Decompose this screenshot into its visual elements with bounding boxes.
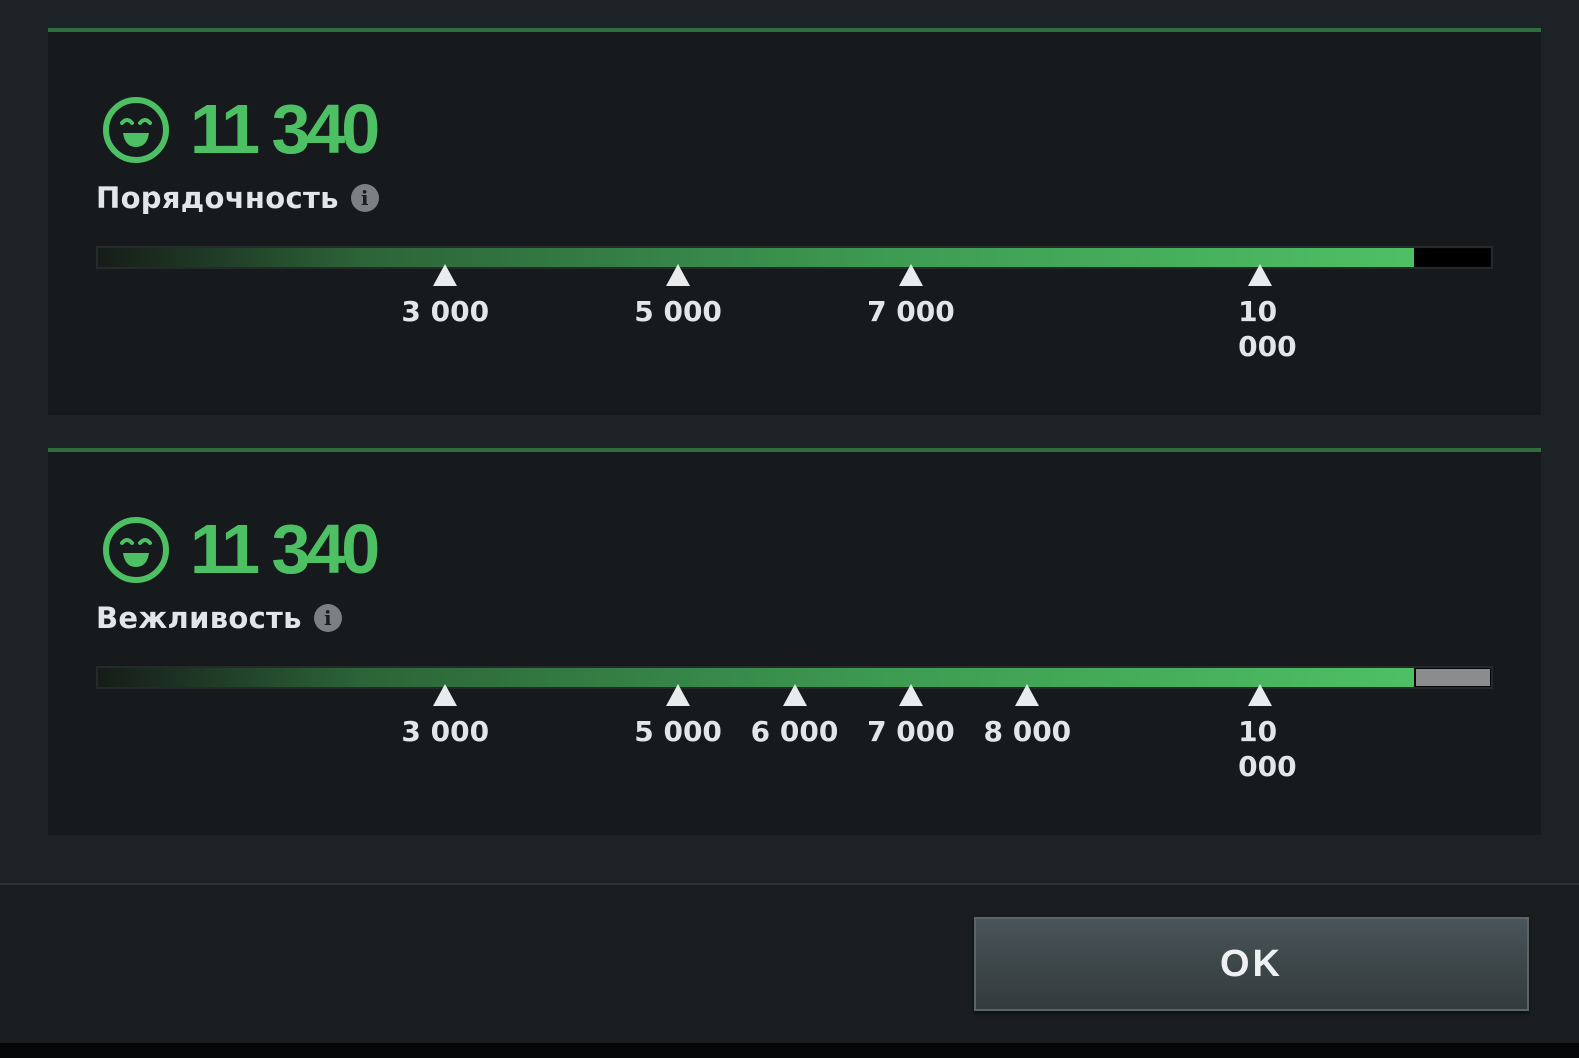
milestone-triangle-icon (782, 684, 807, 706)
score-value: 11 340 (190, 510, 380, 588)
meter-label: Вежливость (96, 601, 302, 635)
info-icon[interactable]: i (313, 604, 342, 632)
milestone-marker: 7 000 (841, 264, 981, 329)
milestone-triangle-icon (666, 684, 691, 706)
milestone-label: 10 000 (1238, 715, 1297, 783)
milestone-triangle-icon (1248, 684, 1273, 706)
milestone-marker: 3 000 (375, 264, 515, 329)
milestone-triangle-icon (433, 684, 458, 706)
milestone-marker: 10 000 (1190, 684, 1330, 784)
milestone-marker: 10 000 (1190, 264, 1330, 364)
milestone-triangle-icon (666, 264, 691, 286)
milestone-triangle-icon (1248, 264, 1273, 286)
milestone-label: 3 000 (401, 715, 490, 748)
milestone-label: 5 000 (634, 295, 722, 328)
progress-remainder (1416, 249, 1490, 266)
smiley-face-icon (103, 517, 169, 583)
meter-label-row: Вежливость i (96, 598, 342, 638)
milestone-label: 10 000 (1238, 295, 1297, 363)
score-value: 11 340 (190, 90, 380, 168)
progress-remainder (1416, 669, 1490, 686)
milestone-marker: 3 000 (375, 684, 515, 749)
smiley-face-icon (103, 97, 169, 163)
bottom-edge (0, 1043, 1579, 1058)
milestone-label: 7 000 (867, 295, 955, 328)
milestone-label: 3 000 (401, 295, 490, 328)
ok-button[interactable]: OK (974, 917, 1529, 1011)
milestone-triangle-icon (898, 264, 923, 286)
milestone-triangle-icon (1015, 684, 1040, 706)
milestone-triangle-icon (898, 684, 923, 706)
milestone-triangle-icon (433, 264, 458, 286)
milestone-marker: 8 000 (957, 684, 1097, 749)
politeness-score-panel: 11 340 Вежливость i 3 000 5 000 6 000 7 000… (48, 448, 1541, 835)
info-icon[interactable]: i (350, 184, 379, 212)
meter-label: Порядочность (96, 181, 339, 215)
milestone-label: 8 000 (983, 715, 1072, 748)
meter-label-row: Порядочность i (96, 178, 379, 218)
milestone-marker: 5 000 (608, 264, 748, 329)
conduct-score-panel: 11 340 Порядочность i 3 000 5 000 7 000 10 … (48, 28, 1541, 415)
